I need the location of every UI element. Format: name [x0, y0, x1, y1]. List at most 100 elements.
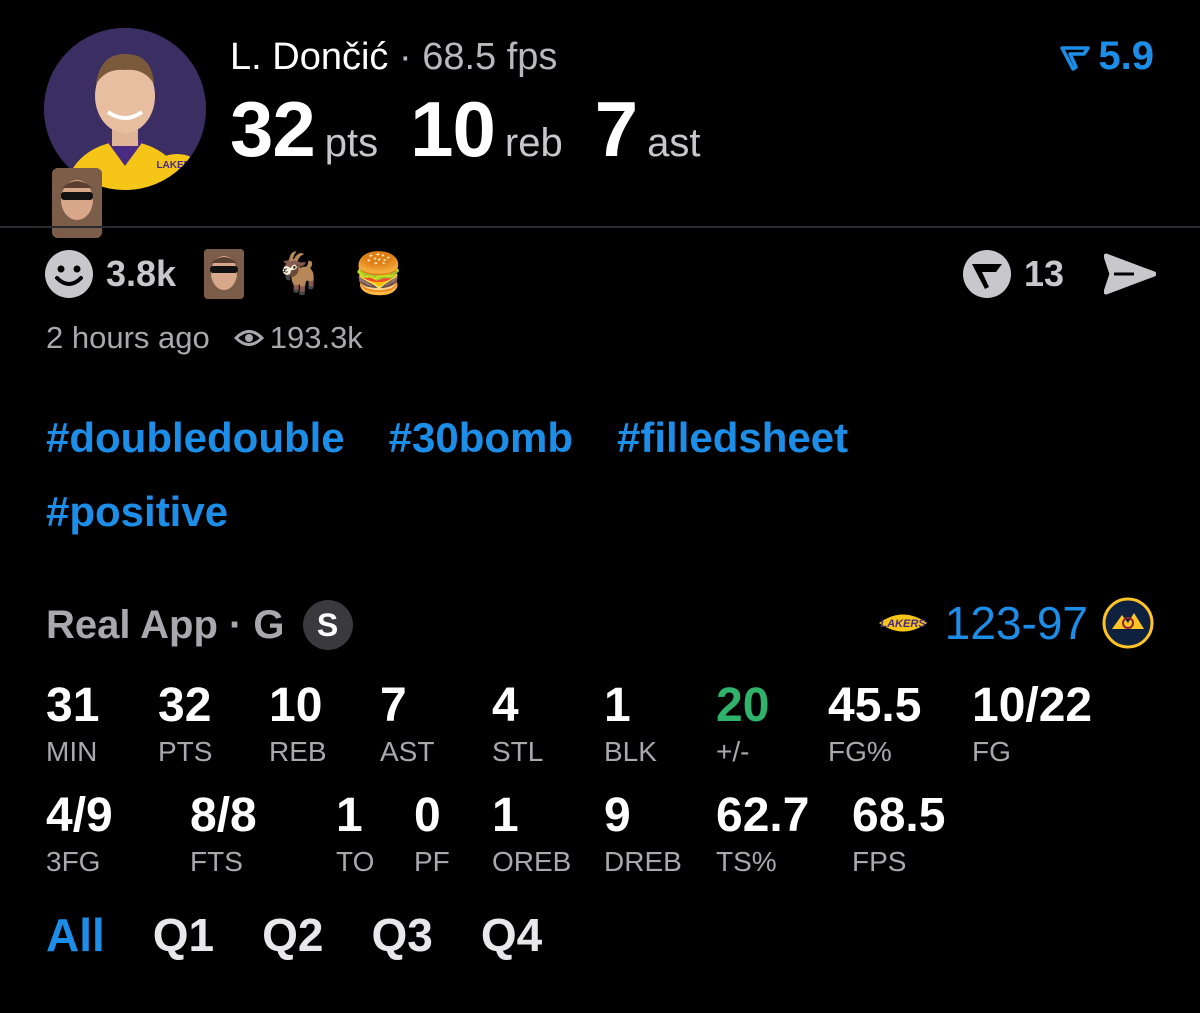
hashtag-list: #doubledouble #30bomb #filledsheet #positiv…	[46, 414, 1146, 562]
player-fps: 68.5 fps	[422, 36, 558, 78]
stat-label: FTS	[190, 846, 243, 877]
comment-logo-icon[interactable]	[962, 249, 1012, 299]
stat-label: STL	[492, 736, 544, 767]
stat-label: PTS	[158, 736, 213, 767]
stat-3fg: 4/9 3FG	[46, 792, 113, 876]
tab-all[interactable]: All	[46, 908, 105, 962]
stat-label: MIN	[46, 736, 98, 767]
stat-value: 10	[269, 679, 323, 732]
post-time: 2 hours ago	[46, 320, 210, 355]
stat-label: TO	[336, 846, 375, 877]
hashtag-30bomb[interactable]: #30bomb	[389, 414, 573, 462]
stat-label: OREB	[492, 846, 572, 877]
lakers-jersey-logo: LAKERS	[156, 152, 198, 176]
player-avatar[interactable]: LAKERS	[44, 28, 206, 190]
tab-q3[interactable]: Q3	[372, 908, 433, 962]
score-value: 123-97	[944, 597, 1088, 649]
post-meta: 2 hours ago 193.3k	[46, 320, 363, 356]
stat-min: 31 MIN	[46, 682, 99, 766]
stat-label: PF	[414, 846, 450, 877]
stat-ts-pct: 62.7 TS%	[716, 792, 809, 876]
stat-fps: 68.5 FPS	[852, 792, 945, 876]
starter-badge: S	[302, 600, 353, 650]
rating-flag-icon	[1060, 46, 1091, 72]
send-icon[interactable]	[1104, 252, 1156, 296]
stat-value: 45.5	[828, 679, 922, 732]
stat-value: 0	[414, 789, 441, 842]
svg-text:LAKERS: LAKERS	[156, 160, 197, 171]
stat-fg-pct: 45.5 FG%	[828, 682, 921, 766]
headline-rebounds-unit: reb	[504, 121, 563, 165]
nuggets-logo-icon	[1102, 597, 1154, 649]
header-divider	[0, 226, 1200, 228]
game-score[interactable]: LAKERS 123-97	[875, 596, 1154, 650]
stat-value: 1	[604, 679, 631, 732]
svg-text:LAKERS: LAKERS	[880, 618, 926, 630]
stat-value: 32	[158, 679, 212, 732]
stat-stl: 4 STL	[492, 682, 543, 766]
comment-count[interactable]: 13	[1024, 253, 1064, 295]
stat-value: 9	[604, 789, 631, 842]
headline-rebounds-value: 10	[410, 85, 496, 173]
hashtag-positive[interactable]: #positive	[46, 488, 228, 536]
burger-reaction-icon[interactable]: 🍔	[354, 254, 404, 294]
eye-icon	[233, 330, 264, 346]
stat-fts: 8/8 FTS	[190, 792, 257, 876]
stat-value: 62.7	[716, 789, 810, 842]
tab-q4[interactable]: Q4	[481, 908, 542, 962]
stat-label: FPS	[852, 846, 907, 877]
stat-ast: 7 AST	[380, 682, 434, 766]
lakers-logo-icon: LAKERS	[878, 614, 927, 632]
headline-points-value: 32	[230, 85, 316, 173]
stat-label: BLK	[604, 736, 657, 767]
view-count: 193.3k	[269, 320, 363, 355]
player-name[interactable]: L. Dončić	[230, 36, 388, 78]
stat-label: DREB	[604, 846, 682, 877]
stat-to: 1 TO	[336, 792, 374, 876]
game-source: Real App · G S	[46, 600, 353, 650]
view-count-group: 193.3k	[233, 320, 363, 356]
stat-blk: 1 BLK	[604, 682, 657, 766]
stat-oreb: 1 OREB	[492, 792, 571, 876]
stat-pts: 32 PTS	[158, 682, 212, 766]
stat-value: 8/8	[190, 789, 257, 842]
stat-value: 20	[716, 679, 770, 732]
headline-points-unit: pts	[324, 121, 379, 165]
stat-dreb: 9 DREB	[604, 792, 682, 876]
title-separator: ·	[398, 36, 412, 78]
hashtag-doubledouble[interactable]: #doubledouble	[46, 414, 345, 462]
stat-pf: 0 PF	[414, 792, 450, 876]
tab-q2[interactable]: Q2	[262, 908, 323, 962]
hashtag-filledsheet[interactable]: #filledsheet	[617, 414, 848, 462]
reaction-count[interactable]: 3.8k	[106, 253, 176, 295]
quarter-tabs: All Q1 Q2 Q3 Q4	[46, 908, 590, 962]
stat-label: TS%	[716, 846, 777, 877]
stat-value: 4/9	[46, 789, 113, 842]
sunglasses-face-icon	[204, 249, 245, 299]
source-label: Real App · G	[46, 602, 285, 647]
stat-value: 68.5	[852, 789, 946, 842]
stat-reb: 10 REB	[269, 682, 327, 766]
stat-label: FG	[972, 736, 1011, 767]
stat-label: REB	[269, 736, 327, 767]
stat-label: FG%	[828, 736, 892, 767]
tab-q1[interactable]: Q1	[153, 908, 214, 962]
goat-reaction-icon[interactable]: 🐐	[274, 254, 324, 294]
stat-value: 7	[380, 679, 407, 732]
sunglasses-face-reaction[interactable]	[204, 249, 245, 299]
headline-stats: 32 pts 10 reb 7 ast	[230, 84, 732, 175]
rating-badge[interactable]: 5.9	[1060, 34, 1154, 79]
stat-plus-minus: 20 +/-	[716, 682, 769, 766]
stat-value: 10/22	[972, 679, 1093, 732]
rating-value: 5.9	[1098, 34, 1154, 78]
post-actions: 13	[962, 248, 1156, 300]
player-title-line: L. Dončić · 68.5 fps	[230, 36, 557, 79]
stat-value: 4	[492, 679, 519, 732]
stat-label: 3FG	[46, 846, 101, 877]
stat-label: AST	[380, 736, 435, 767]
smiley-icon[interactable]	[44, 249, 94, 299]
headline-assists-unit: ast	[647, 121, 701, 165]
stat-fg: 10/22 FG	[972, 682, 1092, 766]
stat-label: +/-	[716, 736, 750, 767]
stat-value: 1	[336, 789, 363, 842]
